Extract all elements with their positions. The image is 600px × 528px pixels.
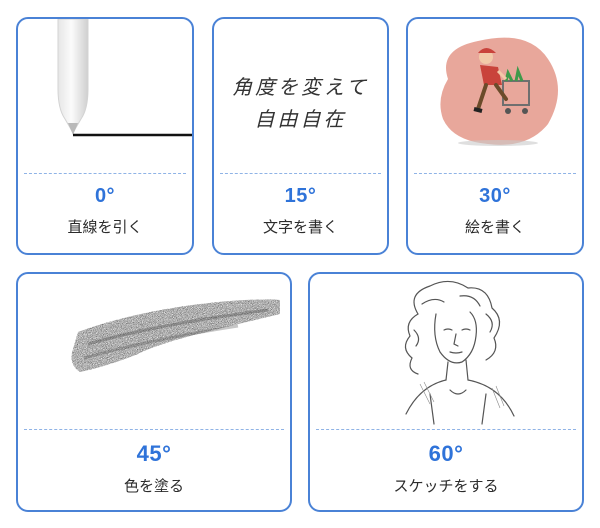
card-60-degree: 60° スケッチをする — [308, 272, 584, 512]
caption-label: 絵を書く — [464, 218, 525, 236]
dashed-divider — [24, 173, 186, 174]
card-art — [310, 274, 582, 429]
dashed-divider — [414, 173, 576, 174]
dashed-divider — [220, 173, 381, 174]
card-art — [408, 19, 582, 173]
card-art — [18, 19, 192, 173]
angle-label: 30° — [479, 185, 511, 207]
angle-label: 15° — [284, 185, 317, 207]
handwriting-line-2: 自由自在 — [254, 107, 347, 131]
caption-label: 文字を書く — [262, 218, 338, 236]
pencil-shading-scribble — [71, 299, 280, 372]
card-art — [18, 274, 290, 429]
caption-label: 直線を引く — [67, 218, 143, 236]
girl-portrait-sketch — [404, 280, 515, 425]
card-15-degree: 角度を変えて 自由自在 15° 文字を書く — [212, 17, 389, 255]
caption-label: スケッチをする — [393, 477, 499, 495]
card-art: 角度を変えて 自由自在 — [214, 19, 387, 173]
dashed-divider — [24, 429, 284, 430]
card-30-degree: 30° 絵を書く — [406, 17, 584, 255]
card-45-degree: 45° 色を塗る — [16, 272, 292, 512]
card-0-degree: 0° 直線を引く — [16, 17, 194, 255]
handwriting-line-1: 角度を変えて — [232, 75, 369, 99]
angle-label: 60° — [428, 441, 464, 466]
girl-with-cart-illustration — [440, 37, 558, 146]
caption-label: 色を塗る — [123, 477, 184, 495]
stylus-pen-icon — [57, 19, 192, 137]
angle-label: 45° — [136, 441, 172, 466]
angle-label: 0° — [94, 185, 116, 207]
dashed-divider — [316, 429, 576, 430]
